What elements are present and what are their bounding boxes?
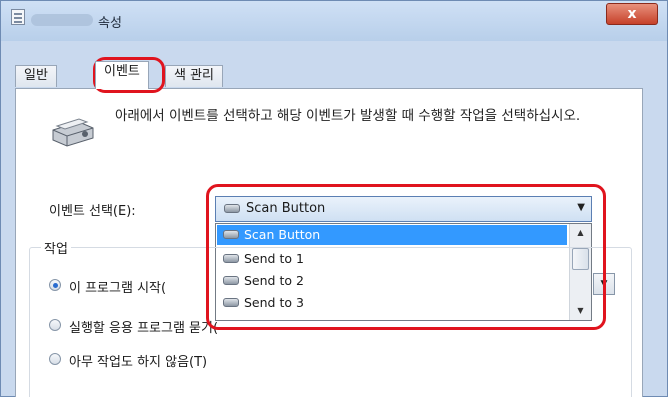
- properties-window: 속성 x 일반 이벤트 색 관리 아래에서 이벤트를 선택하고 해당 이벤트가 …: [0, 0, 668, 397]
- radio-label: 아무 작업도 하지 않음(T): [69, 355, 208, 370]
- tab-bar: 일반 이벤트 색 관리: [15, 61, 645, 89]
- tab-general[interactable]: 일반: [15, 65, 57, 87]
- title-bar: 속성 x: [1, 1, 667, 41]
- tab-events[interactable]: 이벤트: [95, 61, 149, 89]
- close-button[interactable]: x: [606, 3, 658, 25]
- window-title: 속성: [98, 16, 122, 31]
- actions-group-label: 작업: [41, 238, 71, 257]
- device-name-blurred: [31, 14, 93, 26]
- radio-label: 실행할 응용 프로그램 묻기(: [69, 321, 219, 336]
- highlight-event-dropdown: [206, 184, 606, 330]
- radio-button[interactable]: [49, 319, 61, 331]
- instruction-text: 아래에서 이벤트를 선택하고 해당 이벤트가 발생할 때 수행할 작업을 선택하…: [115, 108, 581, 124]
- device-icon: [11, 9, 25, 25]
- radio-button[interactable]: [49, 279, 61, 291]
- tab-color-management[interactable]: 색 관리: [165, 65, 224, 87]
- event-select-label: 이벤트 선택(E):: [49, 204, 136, 219]
- scanner-icon: [52, 118, 94, 147]
- radio-label: 이 프로그램 시작(: [69, 281, 167, 296]
- radio-button[interactable]: [49, 353, 61, 365]
